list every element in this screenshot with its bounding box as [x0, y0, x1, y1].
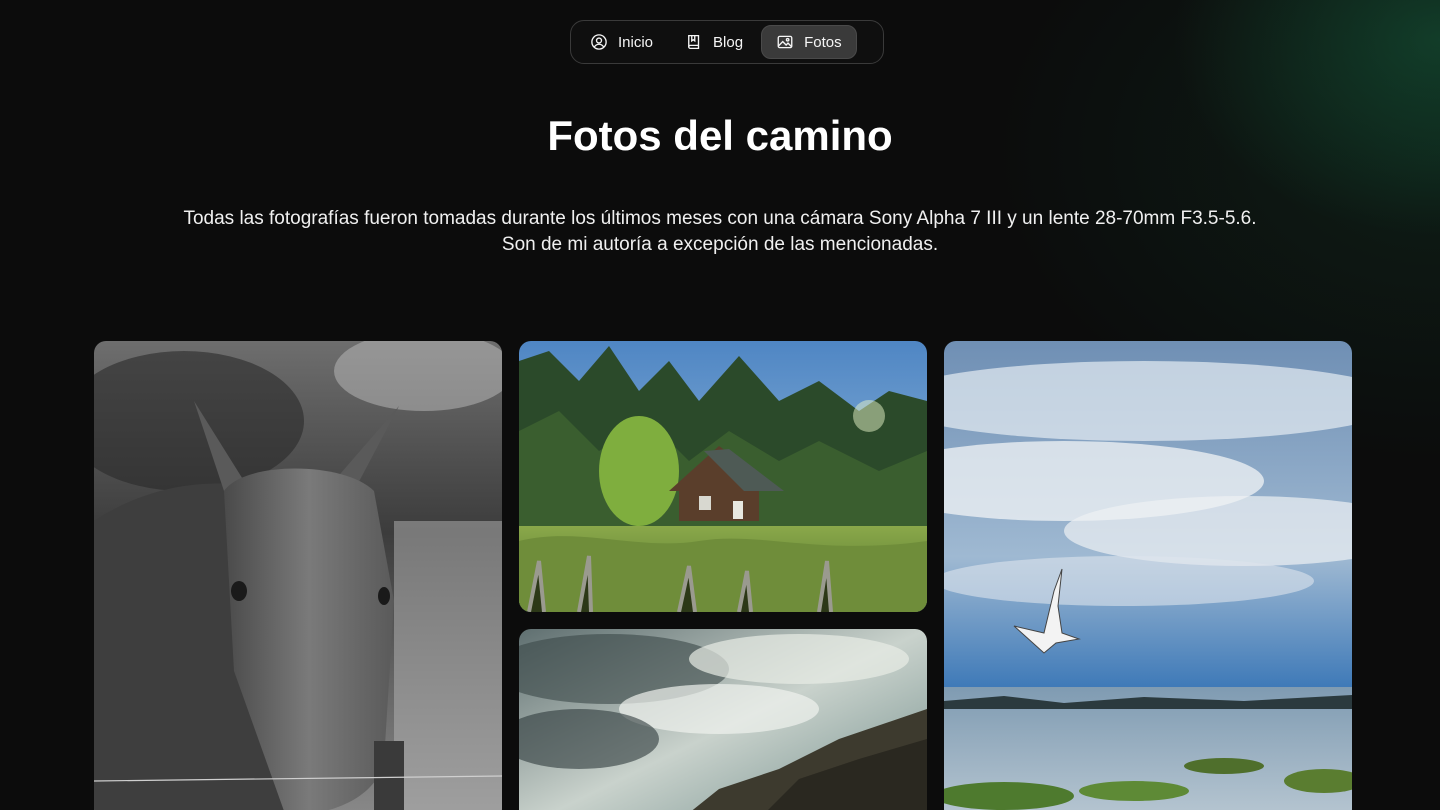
book-icon — [685, 33, 703, 51]
image-icon — [776, 33, 794, 51]
page-title: Fotos del camino — [547, 112, 893, 159]
horse-image — [94, 341, 502, 810]
nav-label-inicio: Inicio — [618, 33, 654, 51]
photo-seagull[interactable] — [944, 341, 1352, 810]
nav-item-fotos[interactable]: Fotos — [761, 25, 857, 59]
description-line-2: Son de mi autoría a excepción de las men… — [501, 234, 939, 255]
photo-horse[interactable] — [94, 341, 502, 810]
cliff-image — [519, 629, 927, 810]
main-nav: Inicio Blog Fotos — [570, 20, 884, 64]
nav-label-fotos: Fotos — [804, 33, 842, 51]
photo-cliff[interactable] — [519, 629, 927, 810]
nav-label-blog: Blog — [713, 33, 744, 51]
house-image — [519, 341, 927, 612]
nav-item-inicio[interactable]: Inicio — [576, 25, 667, 59]
nav-item-blog[interactable]: Blog — [671, 25, 757, 59]
photo-house[interactable] — [519, 341, 927, 612]
description-line-1: Todas las fotografías fueron tomadas dur… — [183, 208, 1257, 229]
page-description: Todas las fotografías fueron tomadas dur… — [120, 206, 1320, 258]
user-circle-icon — [590, 33, 608, 51]
seagull-image — [944, 341, 1352, 810]
